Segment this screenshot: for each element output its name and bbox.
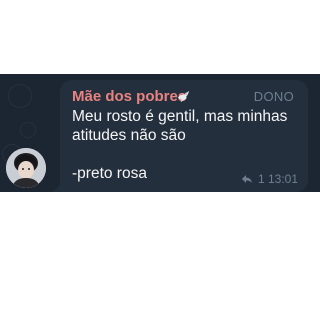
message-time: 13:01 [267,171,298,186]
avatar-image [6,148,46,188]
message-meta: 1 13:01 [241,171,298,186]
wallpaper-doodle [8,84,32,108]
sender-row: Mãe dos pobres DONO [72,88,296,106]
avatar[interactable] [6,148,46,188]
reply-icon[interactable] [241,174,253,184]
message-bubble[interactable]: Mãe dos pobres DONO Meu rosto é gentil, … [60,80,308,192]
wallpaper-doodle [20,122,36,138]
admin-tag: DONO [253,89,294,104]
reply-count: 1 [257,171,265,186]
dove-icon [177,90,190,103]
sender-name[interactable]: Mãe dos pobres [72,88,186,106]
